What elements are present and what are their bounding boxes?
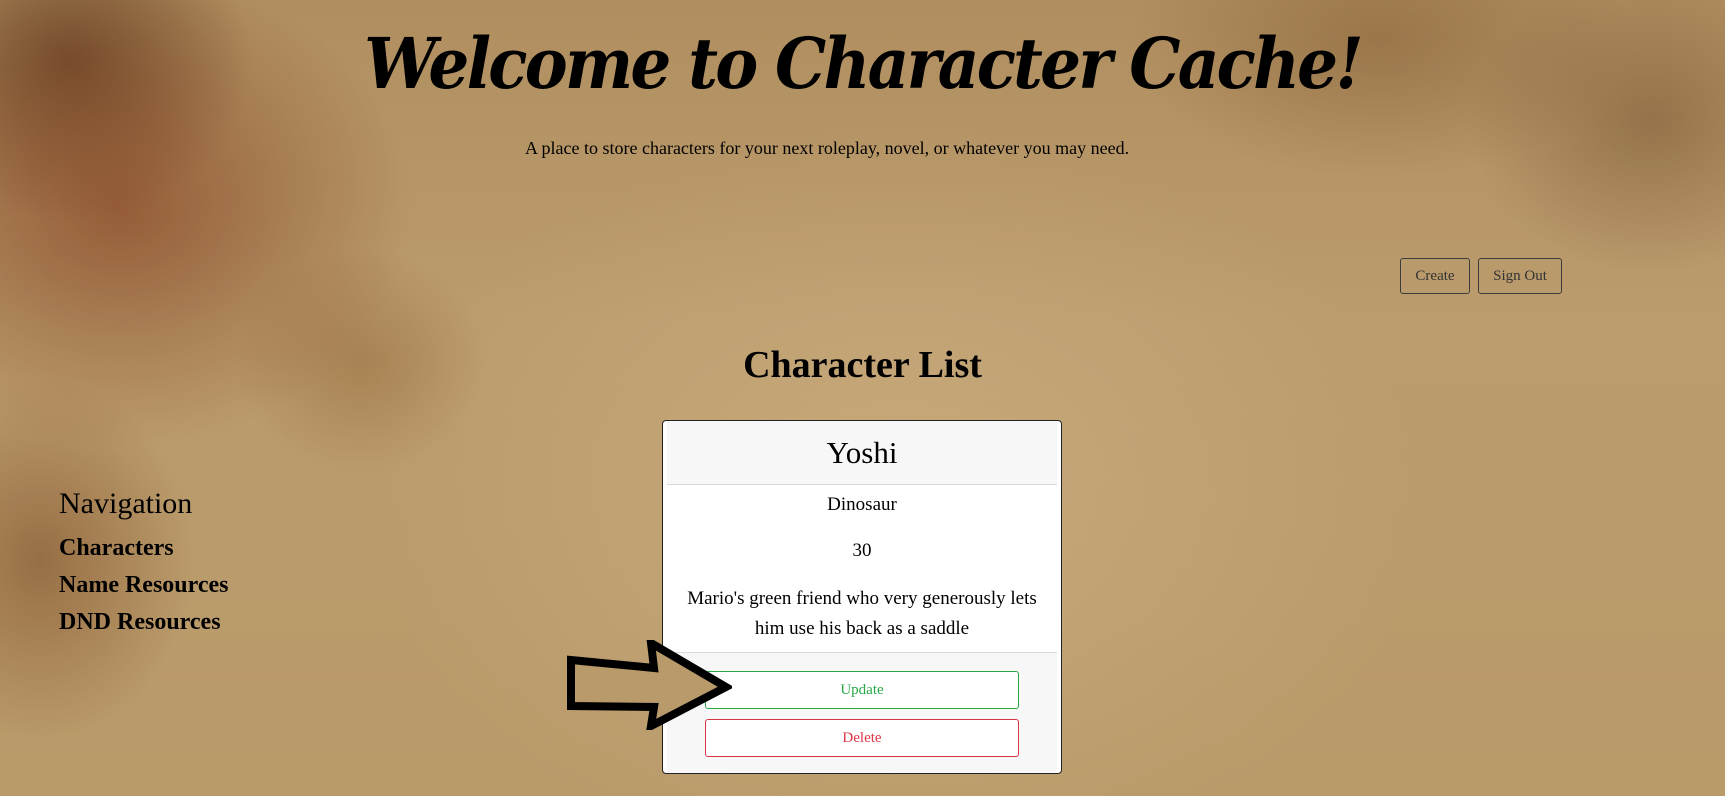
pointer-arrow-icon <box>567 640 732 730</box>
nav-link-name-resources[interactable]: Name Resources <box>59 567 229 604</box>
character-age: 30 <box>852 540 872 561</box>
page-title: Welcome to Character Cache! <box>364 22 1364 105</box>
create-button[interactable]: Create <box>1400 258 1470 294</box>
navigation-heading: Navigation <box>59 487 193 520</box>
character-name: Yoshi <box>667 421 1057 485</box>
nav-link-characters[interactable]: Characters <box>59 530 229 567</box>
character-species: Dinosaur <box>827 494 897 515</box>
sign-out-button[interactable]: Sign Out <box>1478 258 1562 294</box>
update-button[interactable]: Update <box>705 671 1019 709</box>
character-details: Dinosaur 30 Mario's green friend who ver… <box>663 492 1061 644</box>
character-description: Mario's green friend who very generously… <box>687 588 1037 639</box>
page-subtitle: A place to store characters for your nex… <box>525 138 1130 158</box>
nav-link-dnd-resources[interactable]: DND Resources <box>59 604 229 641</box>
navigation-panel: Navigation Characters Name Resources DND… <box>59 484 229 641</box>
delete-button[interactable]: Delete <box>705 719 1019 757</box>
character-list-heading: Character List <box>743 344 982 386</box>
